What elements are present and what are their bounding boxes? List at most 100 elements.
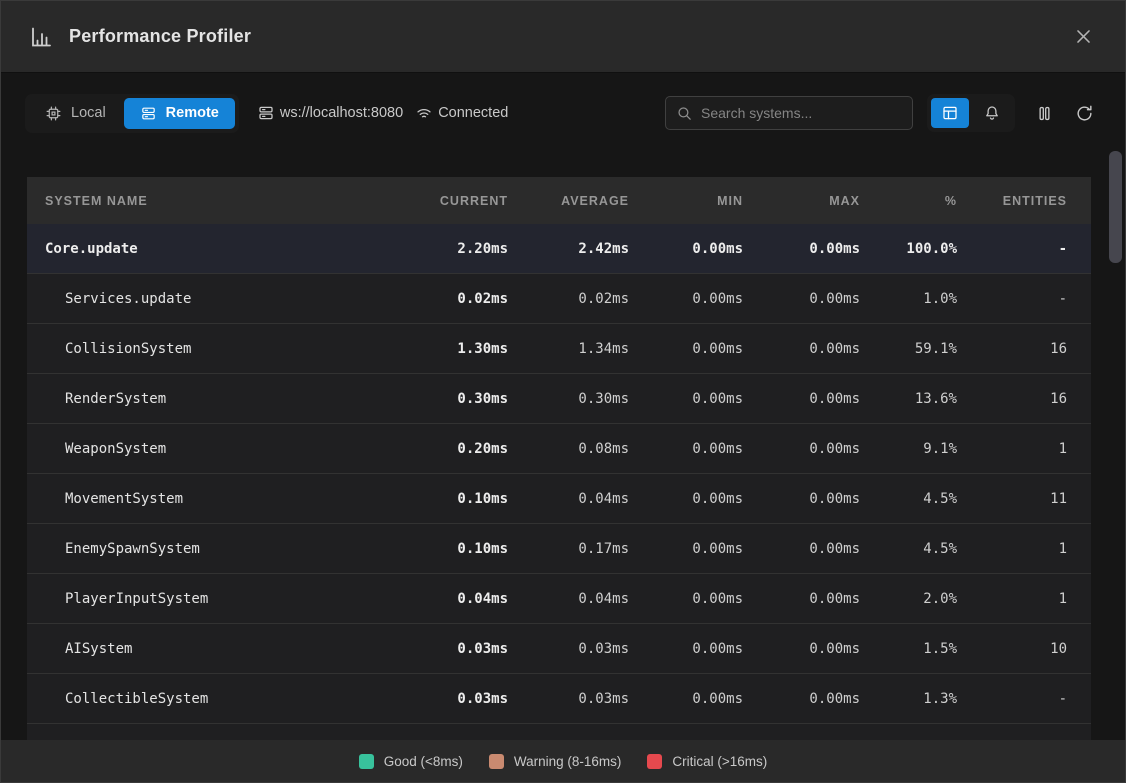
table-view-button[interactable] bbox=[931, 98, 969, 128]
cell-average: 2.42ms bbox=[508, 241, 629, 257]
table-row[interactable]: PlayerInputSystem 0.04ms 0.04ms 0.00ms 0… bbox=[27, 574, 1091, 624]
table-row[interactable]: RenderSystem 0.30ms 0.30ms 0.00ms 0.00ms… bbox=[27, 374, 1091, 424]
search-input[interactable] bbox=[701, 105, 902, 121]
col-system-name[interactable]: SYSTEM NAME bbox=[45, 194, 390, 208]
refresh-button[interactable] bbox=[1067, 96, 1101, 130]
cell-current: 2.20ms bbox=[390, 241, 508, 257]
cell-max: 0.00ms bbox=[743, 291, 860, 307]
server-icon bbox=[140, 105, 157, 122]
legend-swatch bbox=[489, 754, 504, 769]
cell-average: 0.04ms bbox=[508, 491, 629, 507]
cell-percent: 59.1% bbox=[860, 341, 957, 357]
search-icon bbox=[676, 105, 693, 122]
scrollbar-thumb[interactable] bbox=[1109, 151, 1122, 263]
cell-max: 0.00ms bbox=[743, 691, 860, 707]
legend-label: Good (<8ms) bbox=[384, 754, 463, 769]
close-icon[interactable] bbox=[1070, 23, 1097, 50]
cell-system-name: AISystem bbox=[45, 641, 390, 657]
col-entities[interactable]: ENTITIES bbox=[957, 194, 1067, 208]
toolbar: Local Remote bbox=[25, 91, 1101, 135]
cell-percent: 4.5% bbox=[860, 491, 957, 507]
cell-min: 0.00ms bbox=[629, 591, 743, 607]
cell-average: 0.02ms bbox=[508, 291, 629, 307]
cell-average: 0.04ms bbox=[508, 591, 629, 607]
col-current[interactable]: CURRENT bbox=[390, 194, 508, 208]
cell-system-name: Services.update bbox=[45, 291, 390, 307]
cell-percent: 100.0% bbox=[860, 241, 957, 257]
cell-max: 0.00ms bbox=[743, 241, 860, 257]
remote-button-label: Remote bbox=[166, 105, 219, 121]
cell-system-name: WeaponSystem bbox=[45, 441, 390, 457]
table-row[interactable]: Core.update 2.20ms 2.42ms 0.00ms 0.00ms … bbox=[27, 224, 1091, 274]
col-percent[interactable]: % bbox=[860, 194, 957, 208]
server-icon bbox=[257, 104, 275, 122]
cell-current: 0.02ms bbox=[390, 291, 508, 307]
pause-icon bbox=[1035, 104, 1054, 123]
legend-label: Critical (>16ms) bbox=[672, 754, 767, 769]
cell-current: 0.20ms bbox=[390, 441, 508, 457]
table-row[interactable]: EnemySpawnSystem 0.10ms 0.17ms 0.00ms 0.… bbox=[27, 524, 1091, 574]
legend-label: Warning (8-16ms) bbox=[514, 754, 622, 769]
cell-percent: 1.3% bbox=[860, 691, 957, 707]
cell-max: 0.00ms bbox=[743, 391, 860, 407]
cell-average: 0.17ms bbox=[508, 541, 629, 557]
cell-entities: 16 bbox=[957, 341, 1067, 357]
table-row[interactable]: MovementSystem 0.10ms 0.04ms 0.00ms 0.00… bbox=[27, 474, 1091, 524]
cell-entities: - bbox=[957, 291, 1067, 307]
legend-item: Warning (8-16ms) bbox=[489, 754, 622, 769]
cell-system-name: RenderSystem bbox=[45, 391, 390, 407]
table-row[interactable]: WeaponSystem 0.20ms 0.08ms 0.00ms 0.00ms… bbox=[27, 424, 1091, 474]
table-row[interactable]: CollisionSystem 1.30ms 1.34ms 0.00ms 0.0… bbox=[27, 324, 1091, 374]
cell-min: 0.00ms bbox=[629, 441, 743, 457]
bar-chart-icon bbox=[29, 25, 53, 49]
table-row[interactable]: CollectibleSystem 0.03ms 0.03ms 0.00ms 0… bbox=[27, 674, 1091, 724]
legend-swatch bbox=[359, 754, 374, 769]
source-toggle-group: Local Remote bbox=[25, 94, 239, 133]
cell-current: 0.10ms bbox=[390, 541, 508, 557]
cell-max: 0.00ms bbox=[743, 491, 860, 507]
cell-percent: 9.1% bbox=[860, 441, 957, 457]
cell-max: 0.00ms bbox=[743, 341, 860, 357]
window-header: Performance Profiler bbox=[1, 1, 1125, 73]
systems-table: SYSTEM NAME CURRENT AVERAGE MIN MAX % EN… bbox=[27, 177, 1091, 740]
cell-max: 0.00ms bbox=[743, 591, 860, 607]
col-min[interactable]: MIN bbox=[629, 194, 743, 208]
legend-item: Good (<8ms) bbox=[359, 754, 463, 769]
cell-max: 0.00ms bbox=[743, 641, 860, 657]
cell-current: 0.10ms bbox=[390, 491, 508, 507]
cell-entities: 1 bbox=[957, 441, 1067, 457]
cell-max: 0.00ms bbox=[743, 441, 860, 457]
cell-entities: 10 bbox=[957, 641, 1067, 657]
col-average[interactable]: AVERAGE bbox=[508, 194, 629, 208]
cell-average: 1.34ms bbox=[508, 341, 629, 357]
alerts-button[interactable] bbox=[973, 98, 1011, 128]
cell-system-name: EnemySpawnSystem bbox=[45, 541, 390, 557]
pause-button[interactable] bbox=[1027, 96, 1061, 130]
cell-entities: - bbox=[957, 691, 1067, 707]
cell-min: 0.00ms bbox=[629, 541, 743, 557]
cell-current: 0.03ms bbox=[390, 641, 508, 657]
cell-system-name: CollectibleSystem bbox=[45, 691, 390, 707]
col-max[interactable]: MAX bbox=[743, 194, 860, 208]
vertical-scrollbar[interactable] bbox=[1109, 149, 1122, 736]
remote-button[interactable]: Remote bbox=[124, 98, 235, 129]
cell-current: 0.04ms bbox=[390, 591, 508, 607]
table-row[interactable]: AISystem 0.03ms 0.03ms 0.00ms 0.00ms 1.5… bbox=[27, 624, 1091, 674]
cell-min: 0.00ms bbox=[629, 391, 743, 407]
cell-min: 0.00ms bbox=[629, 491, 743, 507]
cell-average: 0.03ms bbox=[508, 691, 629, 707]
cell-percent: 4.5% bbox=[860, 541, 957, 557]
local-button[interactable]: Local bbox=[29, 98, 122, 129]
connection-status-text: Connected bbox=[438, 105, 508, 121]
cell-entities: 1 bbox=[957, 591, 1067, 607]
cell-percent: 2.0% bbox=[860, 591, 957, 607]
legend-item: Critical (>16ms) bbox=[647, 754, 767, 769]
connection-url-text: ws://localhost:8080 bbox=[280, 105, 403, 121]
table-row[interactable]: Services.update 0.02ms 0.02ms 0.00ms 0.0… bbox=[27, 274, 1091, 324]
cell-min: 0.00ms bbox=[629, 641, 743, 657]
cell-min: 0.00ms bbox=[629, 241, 743, 257]
wifi-icon bbox=[415, 104, 433, 122]
performance-profiler-window: Performance Profiler Local bbox=[0, 0, 1126, 783]
cell-system-name: Core.update bbox=[45, 241, 390, 257]
cell-system-name: MovementSystem bbox=[45, 491, 390, 507]
